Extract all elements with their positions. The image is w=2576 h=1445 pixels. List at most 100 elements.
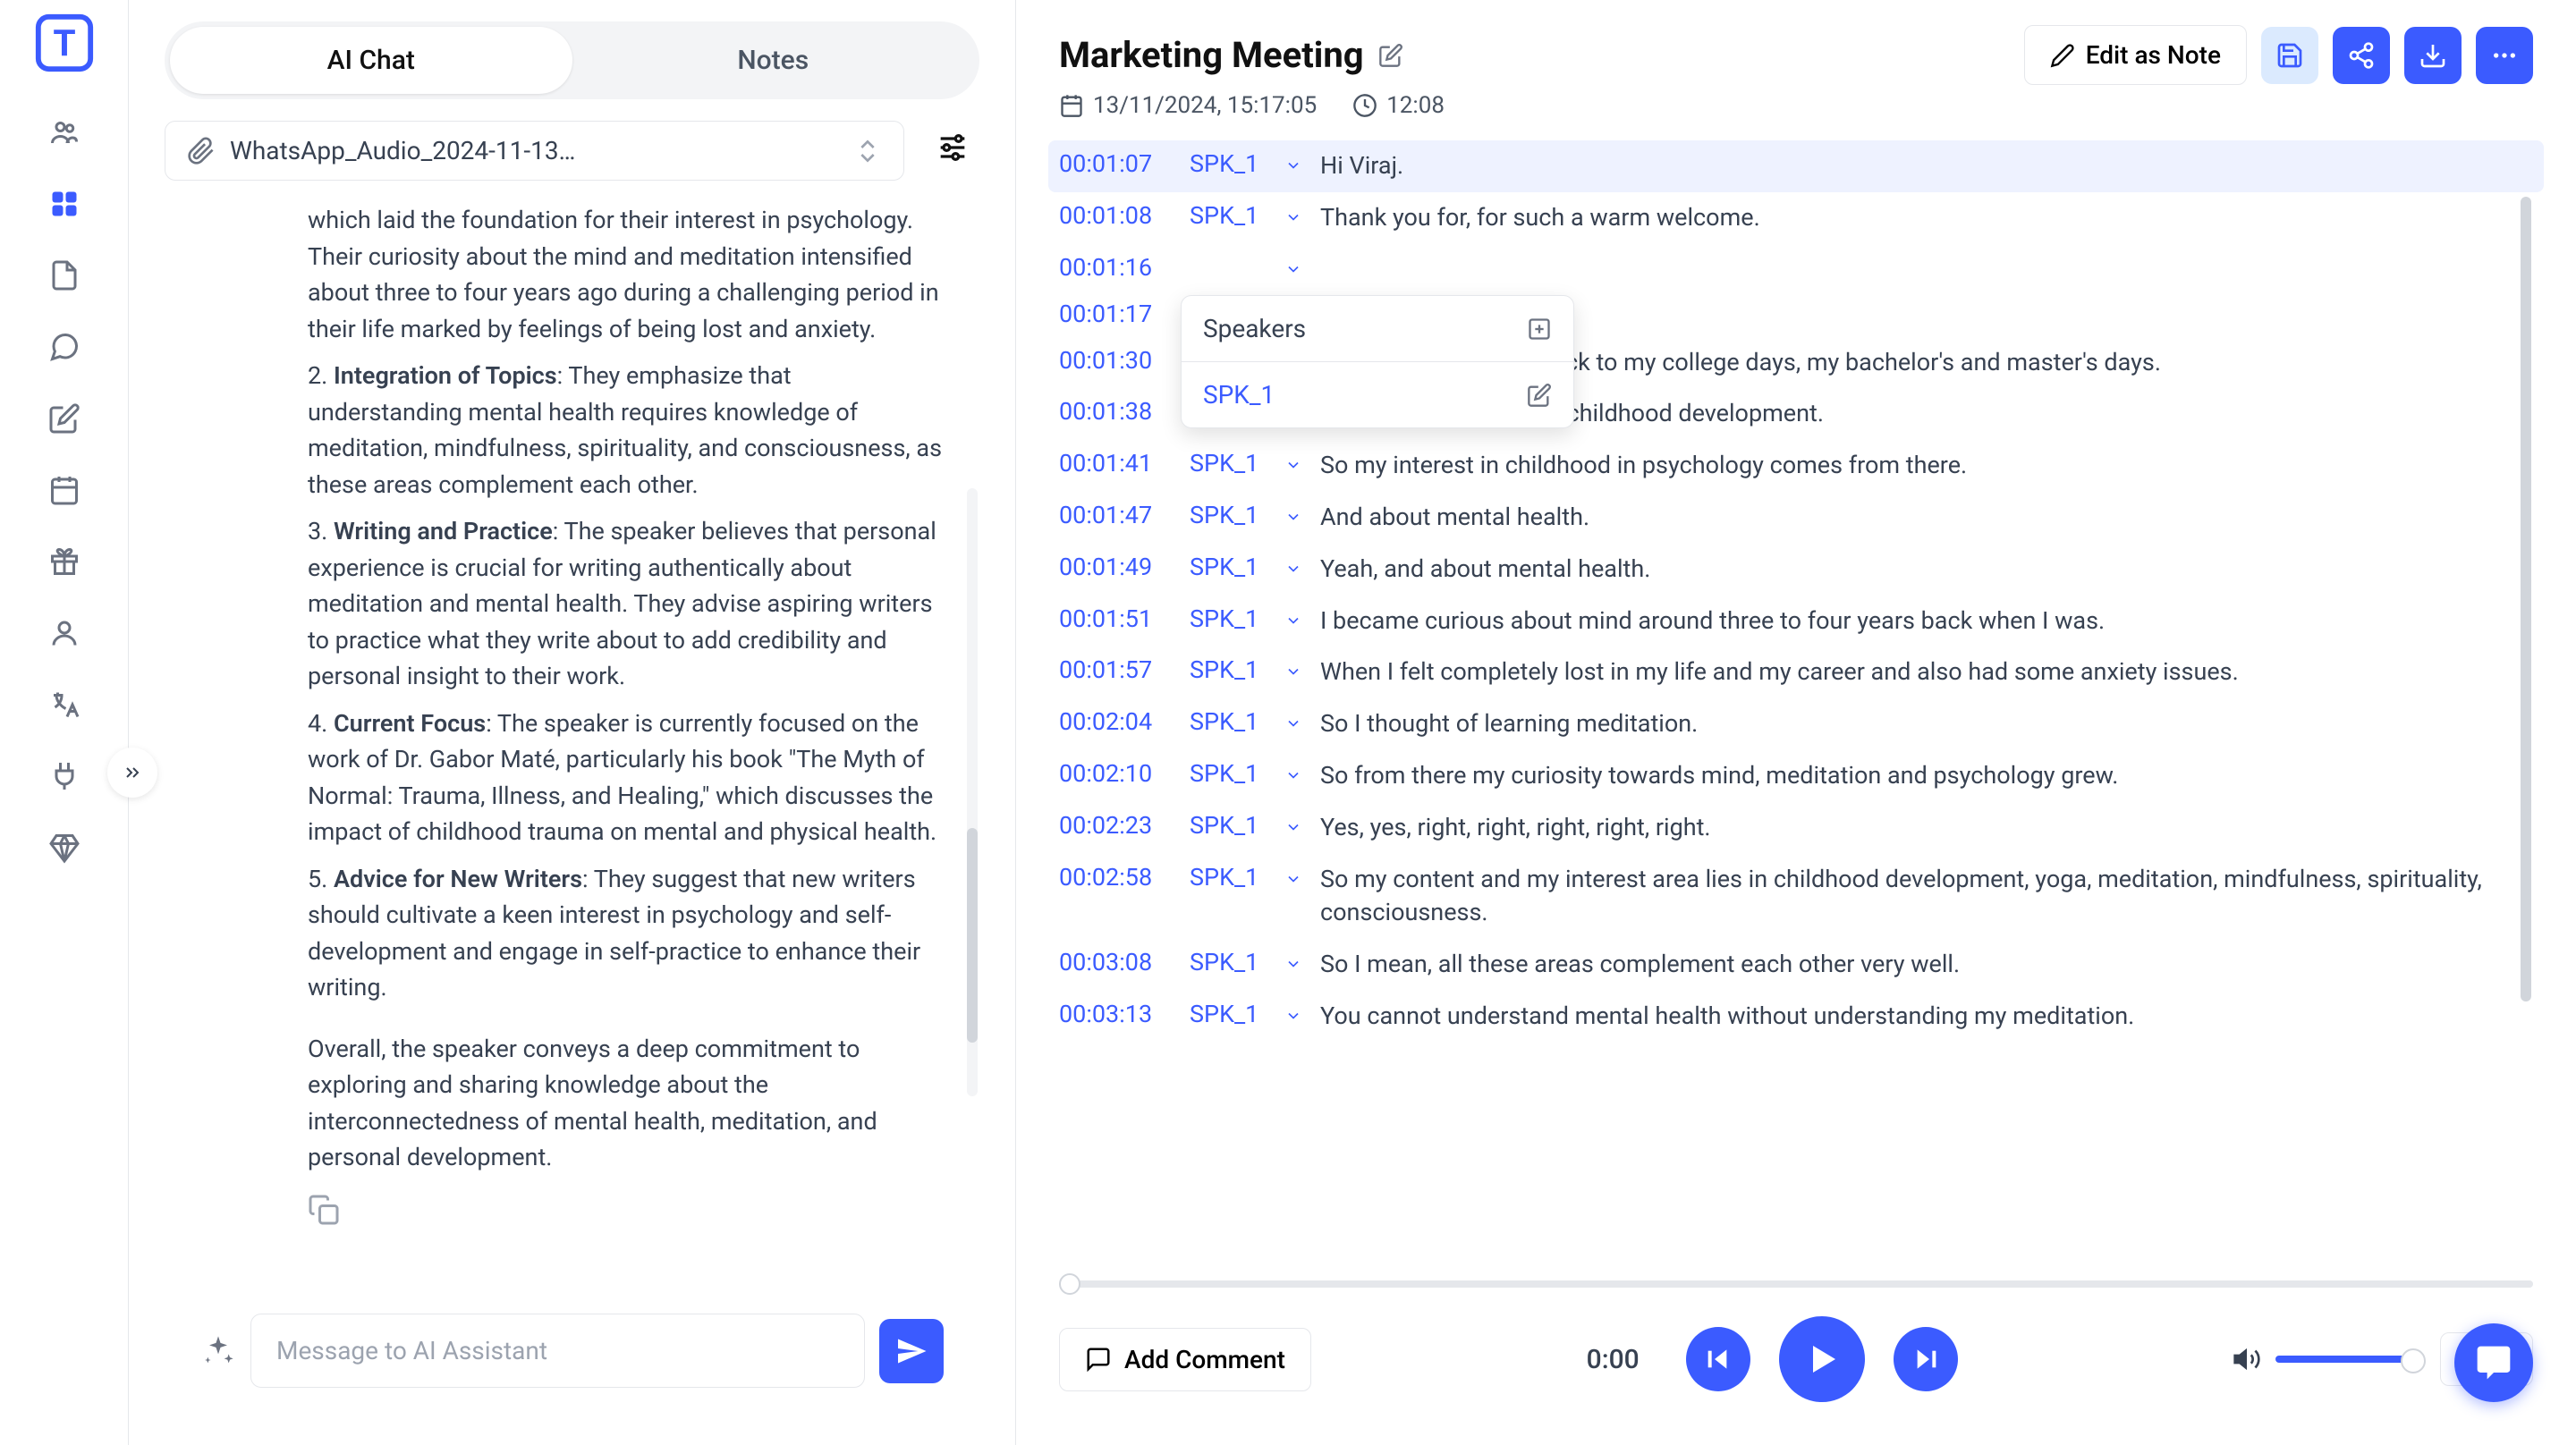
transcript-speaker[interactable]: SPK_1 [1190,201,1270,230]
nav-people-icon[interactable] [43,111,86,154]
tab-ai-chat[interactable]: AI Chat [170,27,572,94]
transcript-time[interactable]: 00:01:51 [1059,604,1175,633]
transcript-time[interactable]: 00:01:17 [1059,300,1175,328]
transcript-speaker[interactable]: SPK_1 [1190,501,1270,529]
chevron-down-icon[interactable] [1284,1005,1306,1027]
edit-as-note-button[interactable]: Edit as Note [2024,25,2247,85]
more-button[interactable] [2476,27,2533,84]
nav-calendar-icon[interactable] [43,469,86,511]
transcript-speaker[interactable]: SPK_1 [1190,811,1270,840]
transcript-row[interactable]: 00:01:07SPK_1Hi Viraj. [1048,140,2544,192]
volume-icon[interactable] [2233,1345,2261,1373]
transcript-row[interactable]: 00:01:47SPK_1And about mental health. [1059,492,2533,544]
speaker-popup-item[interactable]: SPK_1 [1182,362,1573,427]
transcript-row[interactable]: 00:01:08SPK_1Thank you for, for such a w… [1059,192,2533,244]
play-button[interactable] [1779,1316,1865,1402]
chat-summary-content: which laid the foundation for their inte… [165,202,979,1296]
chevron-down-icon[interactable] [1284,953,1306,975]
progress-bar[interactable] [1059,1280,2533,1288]
file-picker[interactable]: WhatsApp_Audio_2024-11-13… [165,121,904,181]
transcript-row[interactable]: 00:01:49SPK_1Yeah, and about mental heal… [1059,544,2533,596]
transcript-row[interactable]: 00:01:57SPK_1When I felt completely lost… [1059,646,2533,698]
transcript-row[interactable]: 00:03:13SPK_1You cannot understand menta… [1059,991,2533,1043]
chevron-down-icon[interactable] [1284,868,1306,890]
send-button[interactable] [879,1319,944,1383]
transcript-time[interactable]: 00:02:58 [1059,863,1175,892]
transcript-speaker[interactable]: SPK_1 [1190,863,1270,892]
download-button[interactable] [2404,27,2462,84]
nav-user-icon[interactable] [43,612,86,655]
transcript-time[interactable]: 00:02:10 [1059,759,1175,788]
chevron-down-icon[interactable] [1284,610,1306,631]
chevron-down-icon[interactable] [1284,816,1306,838]
transcript-row[interactable]: 00:01:41SPK_1So my interest in childhood… [1059,440,2533,492]
chevron-down-icon[interactable] [1284,661,1306,682]
chevron-down-icon[interactable] [1284,558,1306,579]
transcript-time[interactable]: 00:01:41 [1059,449,1175,477]
transcript-time[interactable]: 00:01:30 [1059,346,1175,375]
expand-sidebar-button[interactable] [107,748,157,798]
transcript-time[interactable]: 00:01:47 [1059,501,1175,529]
transcript-time[interactable]: 00:01:57 [1059,655,1175,684]
transcript-row[interactable]: 00:03:08SPK_1So I mean, all these areas … [1059,939,2533,991]
transcript-time[interactable]: 00:01:49 [1059,553,1175,581]
transcript-time[interactable]: 00:01:16 [1059,253,1175,282]
edit-icon[interactable] [1527,383,1552,408]
transcript-speaker[interactable]: SPK_1 [1190,449,1270,477]
nav-plugin-icon[interactable] [43,755,86,798]
filter-button[interactable] [926,121,979,174]
chevron-down-icon[interactable] [1284,454,1306,476]
transcript-speaker[interactable]: SPK_1 [1190,604,1270,633]
save-button[interactable] [2261,27,2318,84]
chat-input[interactable] [250,1314,865,1388]
transcript-time[interactable]: 00:03:13 [1059,1000,1175,1028]
transcript-time[interactable]: 00:01:38 [1059,397,1175,426]
transcript-scrollbar[interactable] [2521,197,2531,1001]
transcript-speaker[interactable]: SPK_1 [1190,553,1270,581]
transcript-speaker[interactable]: SPK_1 [1190,655,1270,684]
copy-button[interactable] [308,1194,340,1226]
chevron-down-icon[interactable] [1284,713,1306,734]
nav-dashboard-icon[interactable] [43,182,86,225]
volume-slider[interactable] [2275,1356,2419,1363]
chat-fab[interactable] [2454,1323,2533,1402]
transcript-time[interactable]: 00:02:23 [1059,811,1175,840]
transcript-speaker[interactable]: SPK_1 [1190,707,1270,736]
nav-gift-icon[interactable] [43,540,86,583]
transcript-time[interactable]: 00:02:04 [1059,707,1175,736]
nav-edit-icon[interactable] [43,397,86,440]
transcript-time[interactable]: 00:01:08 [1059,201,1175,230]
scrollbar-thumb[interactable] [967,828,978,1043]
transcript-row[interactable]: 00:01:16 [1059,244,2533,291]
progress-thumb[interactable] [1059,1273,1080,1295]
prev-button[interactable] [1686,1327,1750,1391]
transcript-row[interactable]: 00:02:23SPK_1Yes, yes, right, right, rig… [1059,802,2533,854]
transcript-time[interactable]: 00:03:08 [1059,948,1175,976]
nav-chat-icon[interactable] [43,325,86,368]
transcript-speaker[interactable]: SPK_1 [1190,149,1270,178]
chevron-down-icon[interactable] [1284,765,1306,786]
next-button[interactable] [1894,1327,1958,1391]
nav-translate-icon[interactable] [43,683,86,726]
transcript-row[interactable]: 00:02:04SPK_1So I thought of learning me… [1059,698,2533,750]
transcript-row[interactable]: 00:01:51SPK_1I became curious about mind… [1059,596,2533,647]
plus-icon[interactable] [1527,317,1552,342]
edit-title-icon[interactable] [1378,43,1403,68]
transcript-row[interactable]: 00:02:10SPK_1So from there my curiosity … [1059,750,2533,802]
nav-document-icon[interactable] [43,254,86,297]
transcript-speaker[interactable]: SPK_1 [1190,759,1270,788]
transcript-speaker[interactable]: SPK_1 [1190,1000,1270,1028]
transcript-row[interactable]: 00:02:58SPK_1So my content and my intere… [1059,854,2533,940]
share-button[interactable] [2333,27,2390,84]
chevron-down-icon[interactable] [1284,506,1306,528]
ai-sparkle-button[interactable] [200,1333,236,1369]
add-comment-button[interactable]: Add Comment [1059,1328,1311,1391]
chevron-down-icon[interactable] [1284,207,1306,228]
chevron-down-icon[interactable] [1284,258,1306,280]
app-logo[interactable]: T [29,7,100,79]
nav-diamond-icon[interactable] [43,826,86,869]
chevron-down-icon[interactable] [1284,155,1306,176]
tab-notes[interactable]: Notes [572,27,975,94]
transcript-speaker[interactable]: SPK_1 [1190,948,1270,976]
transcript-time[interactable]: 00:01:07 [1059,149,1175,178]
